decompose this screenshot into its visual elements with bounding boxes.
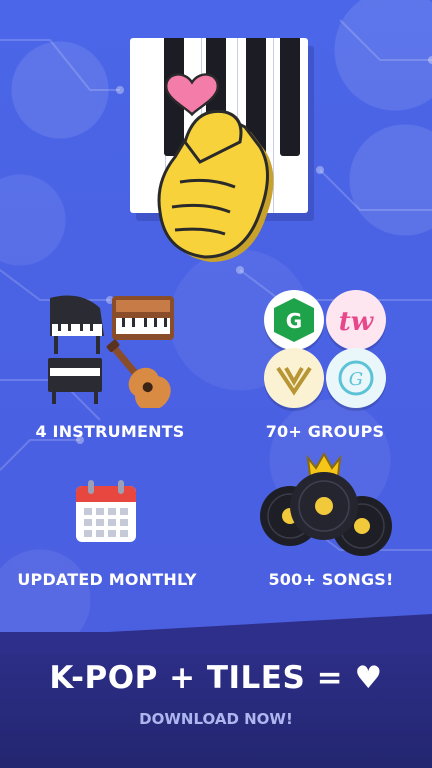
group-logos-icon: G tw G <box>262 290 388 408</box>
vinyl-record-icon <box>260 472 392 556</box>
finger-heart-hand-icon <box>157 73 274 262</box>
group-logo-pink-icon: tw <box>326 290 386 350</box>
songs-label: 500+ SONGS! <box>268 570 394 589</box>
tagline: K-POP + TILES = ♥ <box>49 660 383 696</box>
download-now-button[interactable]: DOWNLOAD NOW! <box>0 710 432 728</box>
updated-monthly-label: UPDATED MONTHLY <box>17 570 197 589</box>
group-logo-teal-icon: G <box>326 348 386 408</box>
calendar-icon <box>76 480 136 542</box>
groups-label: 70+ GROUPS <box>265 422 385 441</box>
svg-text:G: G <box>286 309 302 333</box>
group-logo-gold-icon <box>264 348 324 408</box>
group-logo-green-icon: G <box>264 290 324 350</box>
instruments-icon <box>48 295 174 408</box>
instruments-label: 4 INSTRUMENTS <box>35 422 185 441</box>
vinyl-records-crown-icon <box>260 451 392 556</box>
svg-text:tw: tw <box>339 307 375 337</box>
pink-heart-icon <box>165 73 219 117</box>
svg-text:G: G <box>349 369 363 390</box>
bottom-banner <box>0 632 432 768</box>
